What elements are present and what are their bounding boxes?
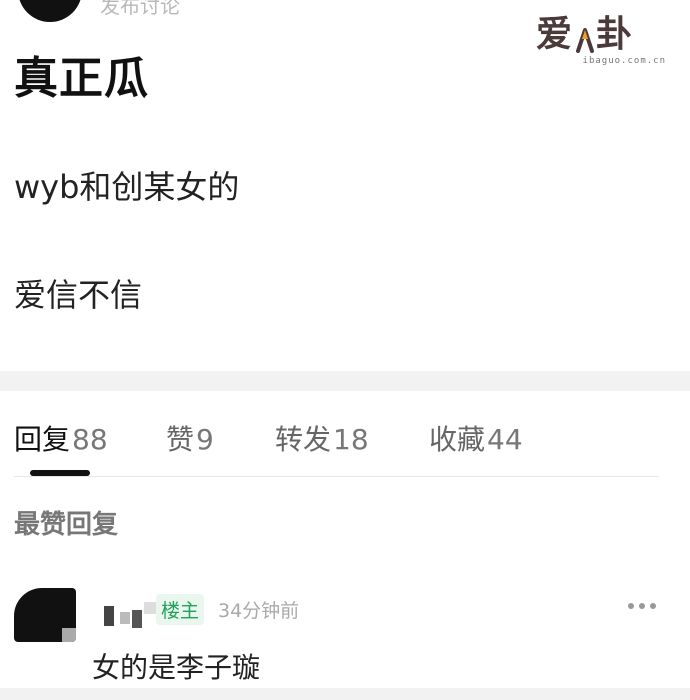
post-meta: 发布讨论 xyxy=(100,0,180,18)
bottom-divider xyxy=(0,688,690,700)
tab-count: 9 xyxy=(196,423,214,456)
watermark-char-right: 卦 xyxy=(596,13,635,55)
post-body-line: 爱信不信 xyxy=(14,276,143,314)
tab-reposts[interactable]: 转发18 xyxy=(275,418,369,458)
tab-likes[interactable]: 赞9 xyxy=(166,418,214,458)
tab-replies[interactable]: 回复88 xyxy=(14,418,108,458)
reply-username-blurred[interactable] xyxy=(104,602,156,628)
reply-text: 女的是李子璇 xyxy=(92,651,261,684)
watermark-site: ibaguo.com.cn xyxy=(582,56,666,66)
post-title: 真正瓜 xyxy=(14,53,149,104)
section-divider xyxy=(0,371,690,391)
reply-timestamp: 34分钟前 xyxy=(218,600,300,622)
site-watermark: 爱 卦 ibaguo.com.cn xyxy=(536,14,666,70)
watermark-char-left: 爱 xyxy=(536,13,575,55)
tab-count: 88 xyxy=(72,423,108,456)
pen-icon xyxy=(576,21,595,53)
tab-count: 44 xyxy=(487,423,523,456)
tab-favorites[interactable]: 收藏44 xyxy=(429,418,523,458)
top-replies-heading: 最赞回复 xyxy=(14,510,119,540)
tab-count: 18 xyxy=(333,423,369,456)
more-horizontal-icon[interactable] xyxy=(626,596,660,616)
tab-label: 转发 xyxy=(275,423,332,456)
post-body-line: wyb和创某女的 xyxy=(14,168,240,206)
watermark-logo: 爱 卦 xyxy=(536,14,666,54)
tab-label: 回复 xyxy=(14,423,71,456)
interaction-tabs: 回复88 赞9 转发18 收藏44 xyxy=(0,392,690,478)
author-avatar[interactable] xyxy=(18,0,82,22)
tab-label: 赞 xyxy=(166,423,195,456)
op-badge: 楼主 xyxy=(156,594,205,625)
tab-label: 收藏 xyxy=(429,423,486,456)
reply-avatar[interactable] xyxy=(14,588,76,642)
tabs-divider xyxy=(14,476,659,477)
